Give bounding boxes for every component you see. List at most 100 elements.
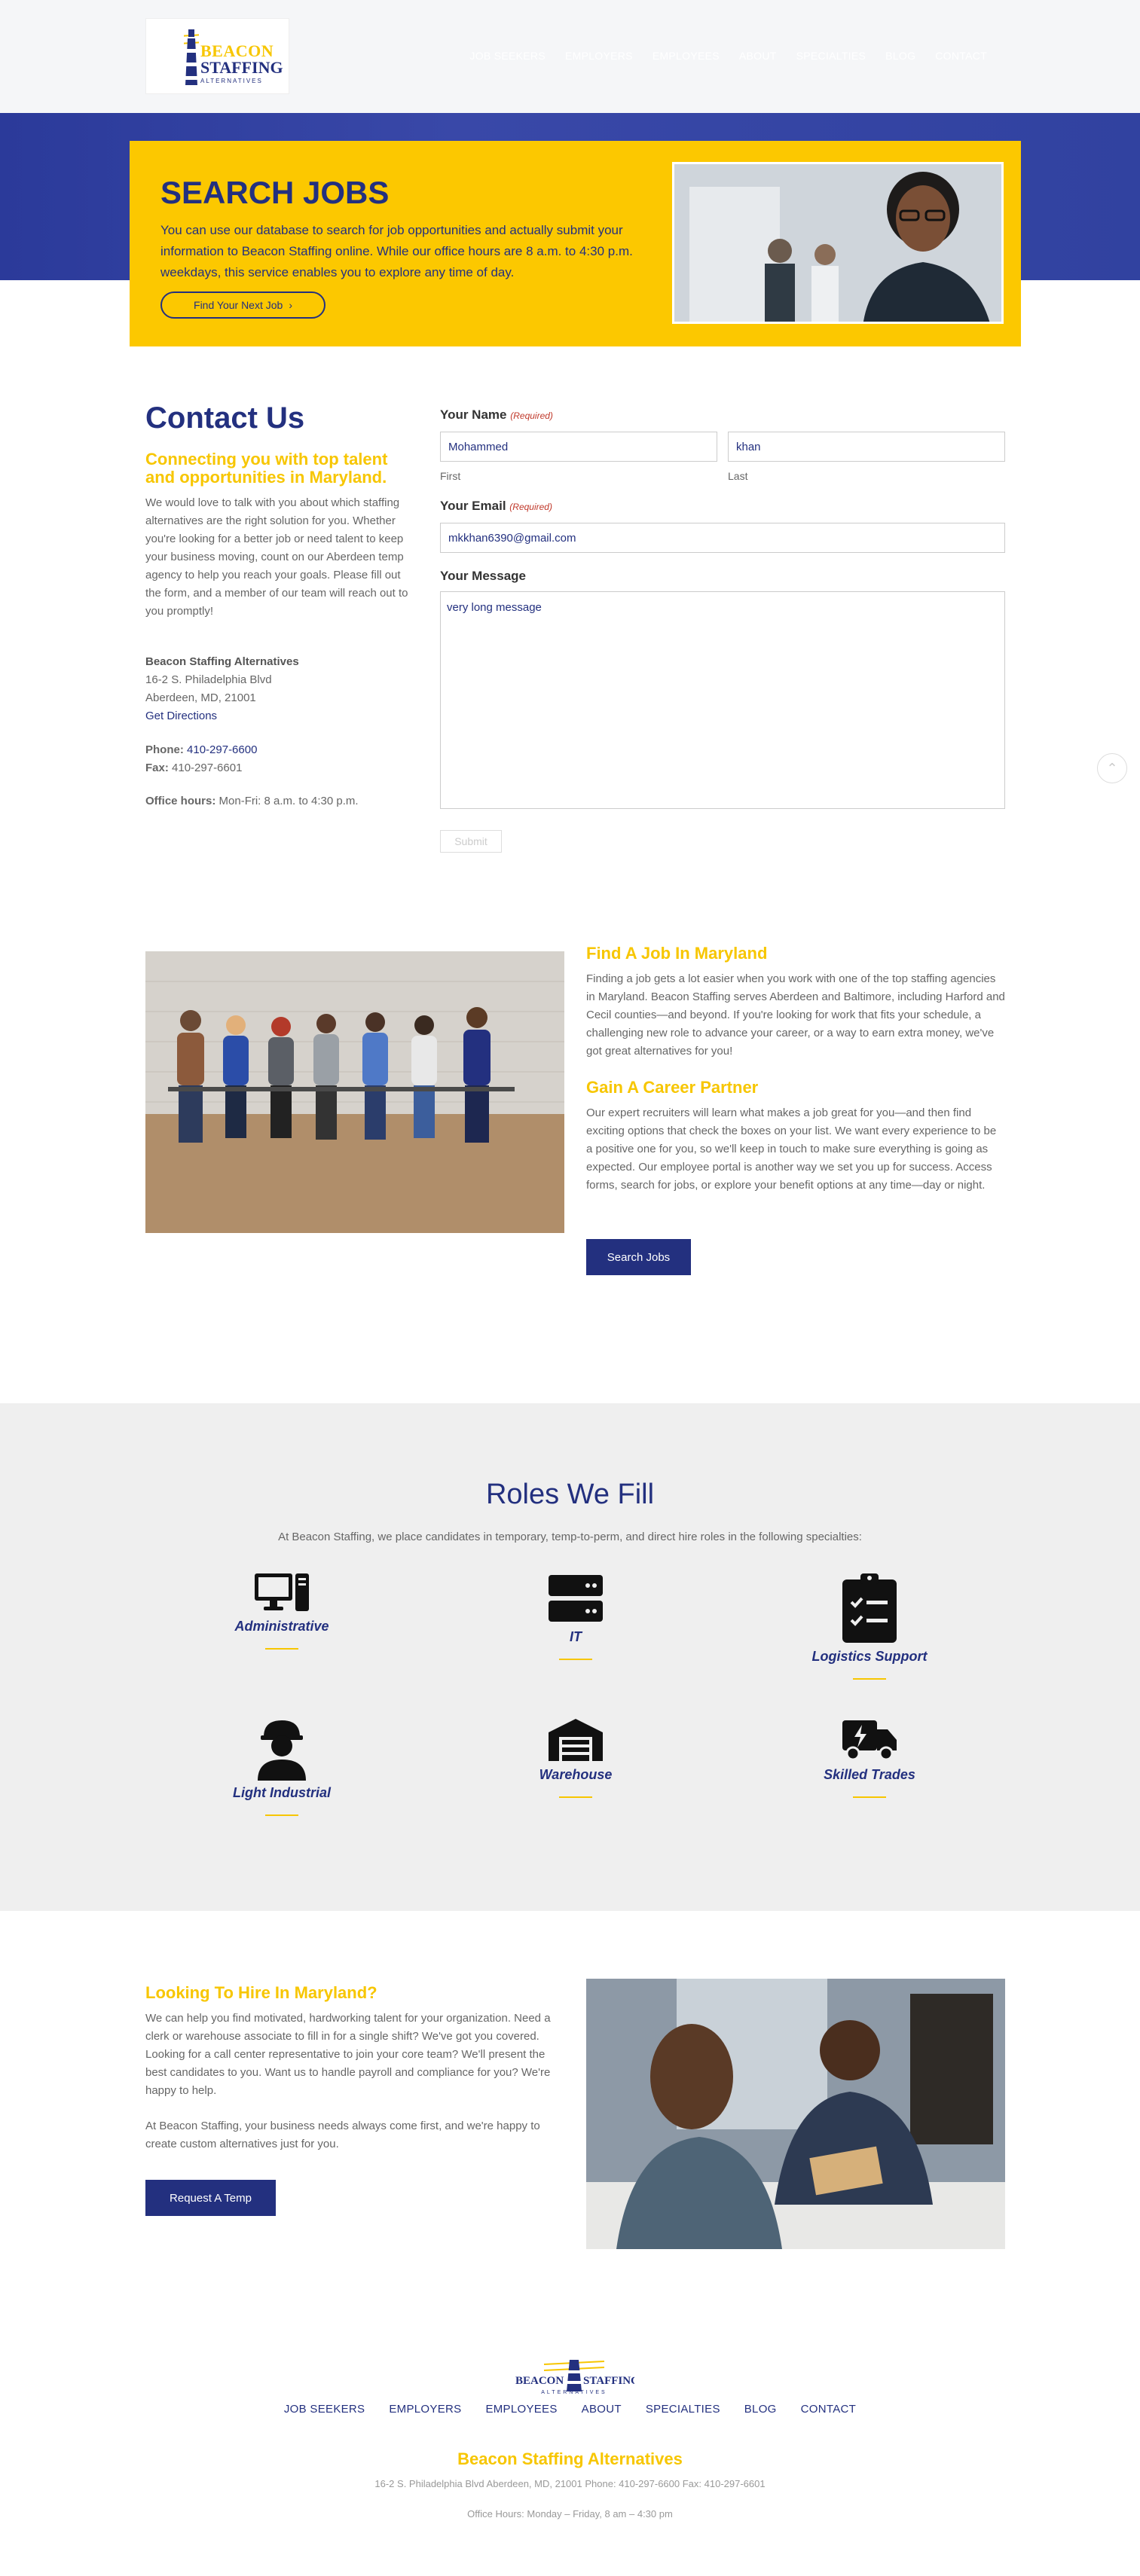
footer-nav-job-seekers[interactable]: JOB SEEKERS xyxy=(272,2403,377,2416)
role-administrative[interactable]: Administrative xyxy=(169,1572,395,1650)
footer-hours: Office Hours: Monday – Friday, 8 am – 4:… xyxy=(467,2508,673,2520)
contact-phone-fax: Phone: 410-297-6600 Fax: 410-297-6601 xyxy=(145,741,417,777)
footer-logo-staffing: STAFFING xyxy=(583,2375,634,2387)
warehouse-icon xyxy=(549,1719,603,1761)
street-address: 16-2 S. Philadelphia Blvd xyxy=(145,673,272,686)
hero-card: SEARCH JOBS You can use our database to … xyxy=(130,141,1021,346)
footer-nav: JOB SEEKERS EMPLOYERS EMPLOYEES ABOUT SP… xyxy=(0,2403,1140,2416)
site-logo[interactable]: BEACON STAFFING ALTERNATIVES xyxy=(145,18,289,94)
hours-label: Office hours: xyxy=(145,795,216,807)
role-divider xyxy=(853,1678,886,1680)
logo-text-staffing: STAFFING xyxy=(200,58,283,77)
find-job-text: Finding a job gets a lot easier when you… xyxy=(586,972,1005,1058)
footer-nav-about[interactable]: ABOUT xyxy=(570,2403,634,2416)
role-logistics-support[interactable]: Logistics Support xyxy=(756,1572,983,1680)
footer-logo-beacon: BEACON xyxy=(515,2375,564,2387)
role-divider xyxy=(559,1659,592,1660)
email-input[interactable] xyxy=(440,523,1005,553)
role-warehouse[interactable]: Warehouse xyxy=(463,1717,689,1798)
role-name: Logistics Support xyxy=(811,1649,928,1664)
role-divider xyxy=(265,1814,298,1816)
desktop-icon xyxy=(255,1573,309,1611)
contact-subtitle: Connecting you with top talent and oppor… xyxy=(145,450,388,487)
required-marker: (Required) xyxy=(510,411,553,421)
nav-contact[interactable]: CONTACT xyxy=(925,50,997,62)
footer-nav-employers[interactable]: EMPLOYERS xyxy=(377,2403,473,2416)
footer-nav-employees[interactable]: EMPLOYEES xyxy=(473,2403,569,2416)
company-name: Beacon Staffing Alternatives xyxy=(145,655,299,668)
fax-label: Fax: xyxy=(145,762,169,774)
footer-logo-alternatives: ALTERNATIVES xyxy=(541,2390,607,2395)
chevron-up-icon: ⌃ xyxy=(1106,760,1118,776)
role-skilled-trades[interactable]: Skilled Trades xyxy=(756,1717,983,1798)
truck-bolt-icon xyxy=(842,1720,897,1761)
hard-hat-worker-icon xyxy=(258,1720,306,1781)
clipboard-check-icon xyxy=(842,1573,897,1643)
find-next-job-label: Find Your Next Job xyxy=(194,299,283,311)
main-nav: JOB SEEKERS EMPLOYERS EMPLOYEES ABOUT SP… xyxy=(460,50,997,62)
role-it[interactable]: IT xyxy=(463,1573,689,1660)
last-name-input[interactable] xyxy=(728,432,1005,462)
nav-specialties[interactable]: SPECIALTIES xyxy=(787,50,876,62)
interview-photo xyxy=(586,1979,1005,2249)
find-next-job-button[interactable]: Find Your Next Job › xyxy=(160,291,325,319)
message-textarea[interactable]: very long message xyxy=(440,591,1005,809)
role-divider xyxy=(853,1796,886,1798)
role-name: IT xyxy=(570,1629,582,1644)
footer-nav-specialties[interactable]: SPECIALTIES xyxy=(634,2403,732,2416)
footer-nav-contact[interactable]: CONTACT xyxy=(789,2403,868,2416)
server-icon xyxy=(549,1575,603,1622)
role-name: Skilled Trades xyxy=(824,1767,915,1782)
contact-address: Beacon Staffing Alternatives 16-2 S. Phi… xyxy=(145,653,417,725)
hero-title: SEARCH JOBS xyxy=(160,175,390,210)
roles-title: Roles We Fill xyxy=(485,1479,655,1510)
hero-photo-businesswoman xyxy=(672,162,1004,324)
nav-job-seekers[interactable]: JOB SEEKERS xyxy=(460,50,555,62)
nav-employees[interactable]: EMPLOYEES xyxy=(643,50,729,62)
role-name: Administrative xyxy=(234,1619,329,1634)
role-light-industrial[interactable]: Light Industrial xyxy=(169,1717,395,1816)
footer-address: 16-2 S. Philadelphia Blvd Aberdeen, MD, … xyxy=(374,2478,766,2489)
role-name: Light Industrial xyxy=(233,1785,331,1800)
search-jobs-button[interactable]: Search Jobs xyxy=(586,1239,691,1275)
request-temp-button[interactable]: Request A Temp xyxy=(145,2180,276,2216)
message-label: Your Message xyxy=(440,569,527,583)
email-label-text: Your Email xyxy=(440,499,506,513)
hire-text-2: At Beacon Staffing, your business needs … xyxy=(145,2120,540,2150)
email-label: Your Email (Required) xyxy=(440,499,552,514)
roles-subtitle: At Beacon Staffing, we place candidates … xyxy=(278,1531,862,1543)
scroll-to-top-button[interactable]: ⌃ xyxy=(1097,753,1127,783)
phone-label: Phone: xyxy=(145,743,184,756)
lighthouse-icon xyxy=(184,29,199,85)
career-partner-heading: Gain A Career Partner xyxy=(586,1078,759,1097)
footer-nav-blog[interactable]: BLOG xyxy=(732,2403,789,2416)
career-partner-text: Our expert recruiters will learn what ma… xyxy=(586,1106,997,1192)
site-header: BEACON STAFFING ALTERNATIVES JOB SEEKERS… xyxy=(0,0,1140,113)
nav-employers[interactable]: EMPLOYERS xyxy=(555,50,643,62)
first-name-input[interactable] xyxy=(440,432,717,462)
footer-company-name: Beacon Staffing Alternatives xyxy=(457,2449,683,2468)
fax-number: 410-297-6601 xyxy=(172,762,243,774)
footer-logo[interactable]: BEACON STAFFING ALTERNATIVES xyxy=(514,2354,634,2395)
find-job-heading: Find A Job In Maryland xyxy=(586,944,768,963)
last-sublabel: Last xyxy=(728,470,748,482)
phone-link[interactable]: 410-297-6600 xyxy=(187,743,257,756)
role-name: Warehouse xyxy=(539,1767,613,1782)
nav-blog[interactable]: BLOG xyxy=(876,50,925,62)
required-marker: (Required) xyxy=(509,502,552,512)
first-sublabel: First xyxy=(440,470,461,482)
hire-heading: Looking To Hire In Maryland? xyxy=(145,1983,377,2002)
contact-intro: We would love to talk with you about whi… xyxy=(145,496,408,618)
office-hours: Office hours: Mon-Fri: 8 a.m. to 4:30 p.… xyxy=(145,792,447,810)
hours-value: Mon-Fri: 8 a.m. to 4:30 p.m. xyxy=(219,795,359,807)
get-directions-link[interactable]: Get Directions xyxy=(145,710,217,722)
hero-text: You can use our database to search for j… xyxy=(160,223,633,279)
submit-button[interactable]: Submit xyxy=(440,830,502,853)
contact-title: Contact Us xyxy=(145,401,305,435)
logo-text-alternatives: ALTERNATIVES xyxy=(200,78,263,84)
name-label: Your Name (Required) xyxy=(440,407,553,423)
role-divider xyxy=(265,1648,298,1650)
nav-about[interactable]: ABOUT xyxy=(729,50,787,62)
job-candidates-photo xyxy=(145,951,564,1233)
city-address: Aberdeen, MD, 21001 xyxy=(145,691,256,704)
